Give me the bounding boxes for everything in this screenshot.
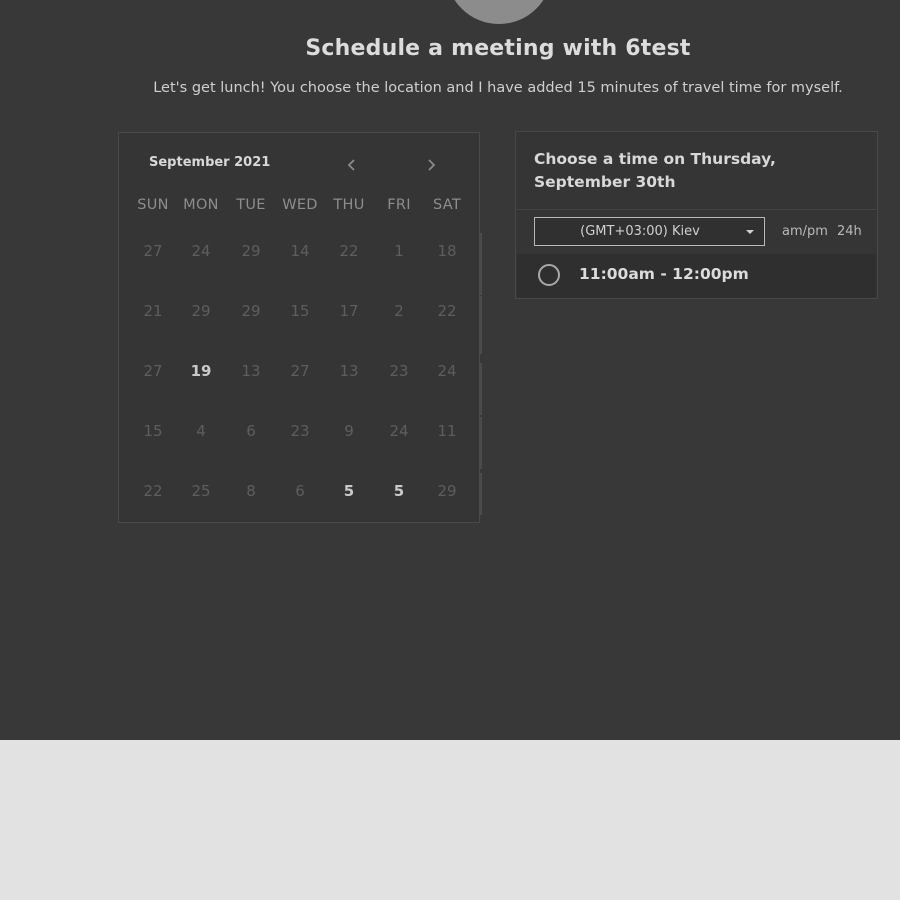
calendar-day: 4 [196, 422, 206, 440]
chevron-left-icon [347, 159, 355, 171]
prev-month-button[interactable] [341, 155, 361, 175]
calendar-day: 6 [246, 422, 256, 440]
calendar-day: 29 [241, 242, 261, 260]
calendar-day: 18 [437, 242, 457, 260]
calendar-day: 2 [394, 302, 404, 320]
calendar-day: 15 [143, 422, 163, 440]
caret-down-icon [746, 230, 754, 234]
calendar-day: 27 [143, 362, 163, 380]
weekday-label: WED [282, 197, 318, 213]
calendar-day: 29 [191, 302, 211, 320]
calendar-day-available[interactable]: 5 [334, 482, 364, 500]
weekday-label: THU [333, 197, 365, 213]
calendar-day: 24 [389, 422, 409, 440]
calendar-day: 27 [143, 242, 163, 260]
calendar-day: 22 [339, 242, 359, 260]
ampm-format-toggle[interactable]: am/pm [782, 224, 828, 239]
calendar-day: 24 [437, 362, 457, 380]
weekday-header-row: SUN MON TUE WED THU FRI SAT [133, 197, 479, 215]
calendar-day: 15 [290, 302, 310, 320]
calendar-day: 24 [191, 242, 211, 260]
weekday-label: FRI [387, 197, 411, 213]
calendar-day: 29 [241, 302, 261, 320]
calendar-day: 27 [290, 362, 310, 380]
radio-button[interactable] [538, 264, 560, 286]
page-subtitle: Let's get lunch! You choose the location… [153, 80, 843, 96]
avatar [446, 0, 552, 24]
weekday-label: TUE [236, 197, 266, 213]
calendar-day: 22 [143, 482, 163, 500]
calendar-day: 23 [290, 422, 310, 440]
divider [516, 209, 877, 210]
next-month-button[interactable] [422, 155, 442, 175]
calendar-day-available[interactable]: 5 [384, 482, 414, 500]
calendar-card: September 2021 SUN MON TUE WED THU FRI SAT 27 2… [118, 132, 482, 523]
page-title: Schedule a meeting with 6test [305, 36, 691, 61]
time-slot-option[interactable]: 11:00am - 12:00pm [517, 254, 876, 298]
calendar-day-available[interactable]: 19 [186, 362, 216, 380]
calendar-day: 6 [295, 482, 305, 500]
scheduling-panel: Schedule a meeting with 6test Let's get … [0, 0, 900, 740]
calendar-day: 11 [437, 422, 457, 440]
timezone-value: (GMT+03:00) Kiev [580, 224, 700, 239]
24h-format-toggle[interactable]: 24h [837, 224, 862, 239]
calendar-edge [480, 233, 482, 295]
calendar-day: 23 [389, 362, 409, 380]
calendar-day: 9 [344, 422, 354, 440]
weekday-label: MON [183, 197, 219, 213]
calendar-edge [480, 296, 482, 354]
timezone-select[interactable]: (GMT+03:00) Kiev [534, 217, 765, 246]
calendar-day: 21 [143, 302, 163, 320]
calendar-day: 25 [191, 482, 211, 500]
day-grid: 27 24 29 14 22 1 18 21 29 29 15 17 2 22 27 19 13 27 13 23 24… [133, 233, 479, 513]
time-heading: Choose a time on Thursday, September 30t… [534, 150, 776, 191]
calendar-edge [480, 417, 482, 469]
weekday-label: SAT [432, 197, 462, 213]
calendar-edge [480, 363, 482, 415]
calendar-day: 8 [246, 482, 256, 500]
calendar-day: 13 [241, 362, 261, 380]
month-label: September 2021 [149, 155, 271, 170]
calendar-day: 17 [339, 302, 359, 320]
chevron-right-icon [428, 159, 436, 171]
calendar-day: 1 [394, 242, 404, 260]
weekday-label: SUN [137, 197, 169, 213]
calendar-day: 14 [290, 242, 310, 260]
time-slot-label: 11:00am - 12:00pm [579, 265, 749, 283]
time-selection-card: Choose a time on Thursday, September 30t… [515, 131, 878, 299]
calendar-day: 13 [339, 362, 359, 380]
calendar-day: 29 [437, 482, 457, 500]
calendar-day: 22 [437, 302, 457, 320]
calendar-edge [480, 473, 482, 515]
